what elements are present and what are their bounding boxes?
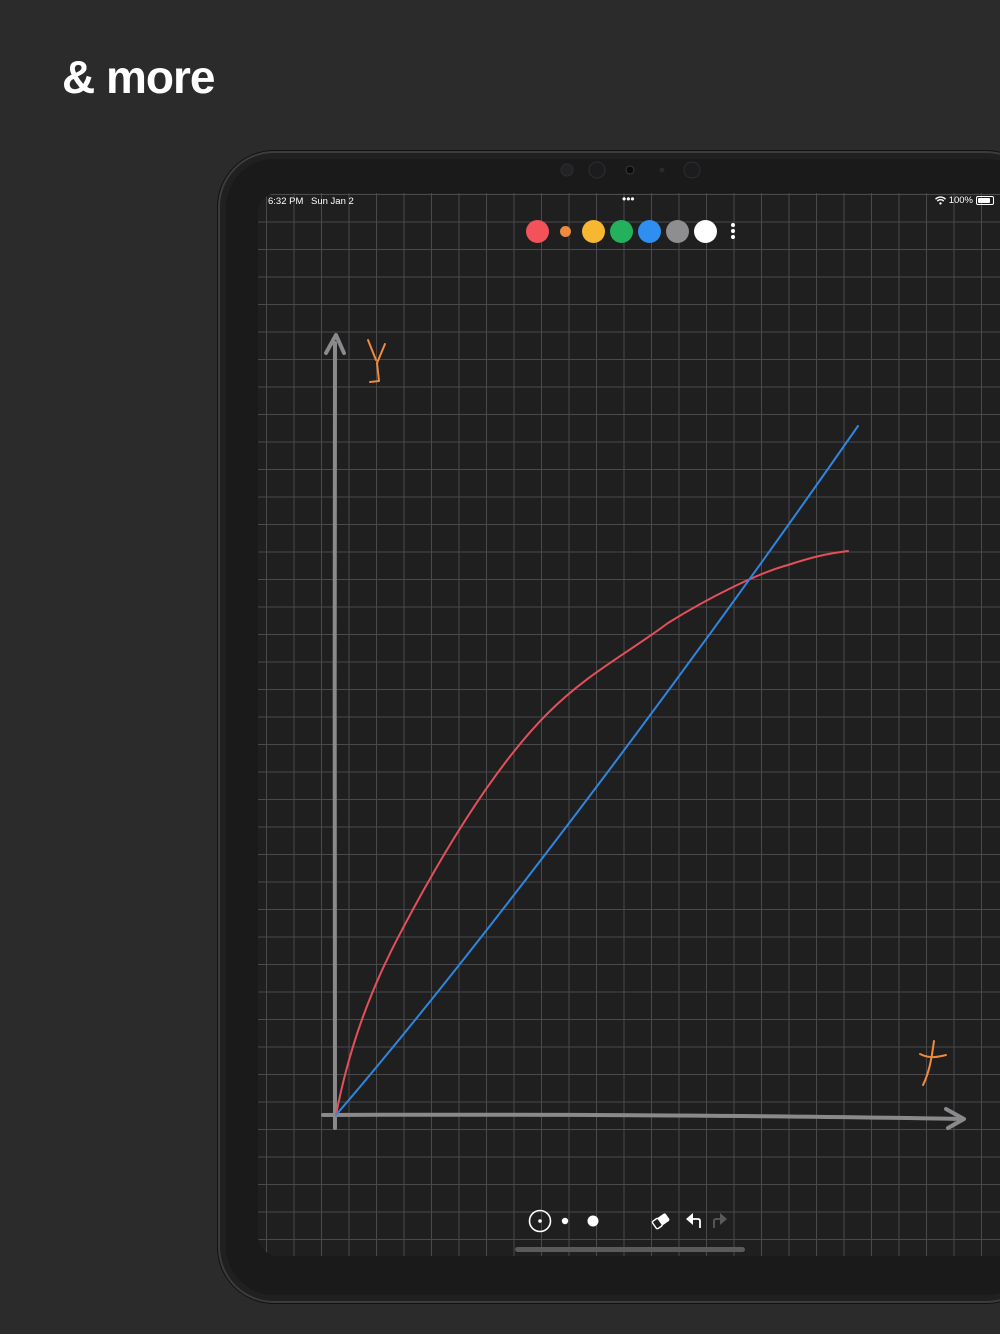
large-brush-icon[interactable]: [585, 1213, 601, 1229]
lasso-select-icon[interactable]: [528, 1209, 552, 1233]
undo-icon[interactable]: [684, 1211, 704, 1231]
eraser-icon[interactable]: [650, 1210, 672, 1232]
handwritten-y-label: [367, 339, 386, 383]
blue-line-stroke: [335, 425, 859, 1116]
small-brush-icon[interactable]: [560, 1216, 570, 1226]
handwritten-x-label: [919, 1040, 947, 1086]
y-axis: [324, 333, 346, 1130]
drawing-screen[interactable]: 6:32 PM Sun Jan 2 ••• 100%: [258, 193, 1000, 1256]
tool-bar: [526, 1208, 736, 1238]
red-curve-stroke: [335, 550, 849, 1116]
redo-icon[interactable]: [711, 1211, 729, 1231]
promo-headline: & more: [62, 51, 215, 103]
home-indicator: [515, 1247, 745, 1252]
x-axis: [321, 1107, 966, 1130]
drawing-canvas[interactable]: [258, 193, 1000, 1256]
